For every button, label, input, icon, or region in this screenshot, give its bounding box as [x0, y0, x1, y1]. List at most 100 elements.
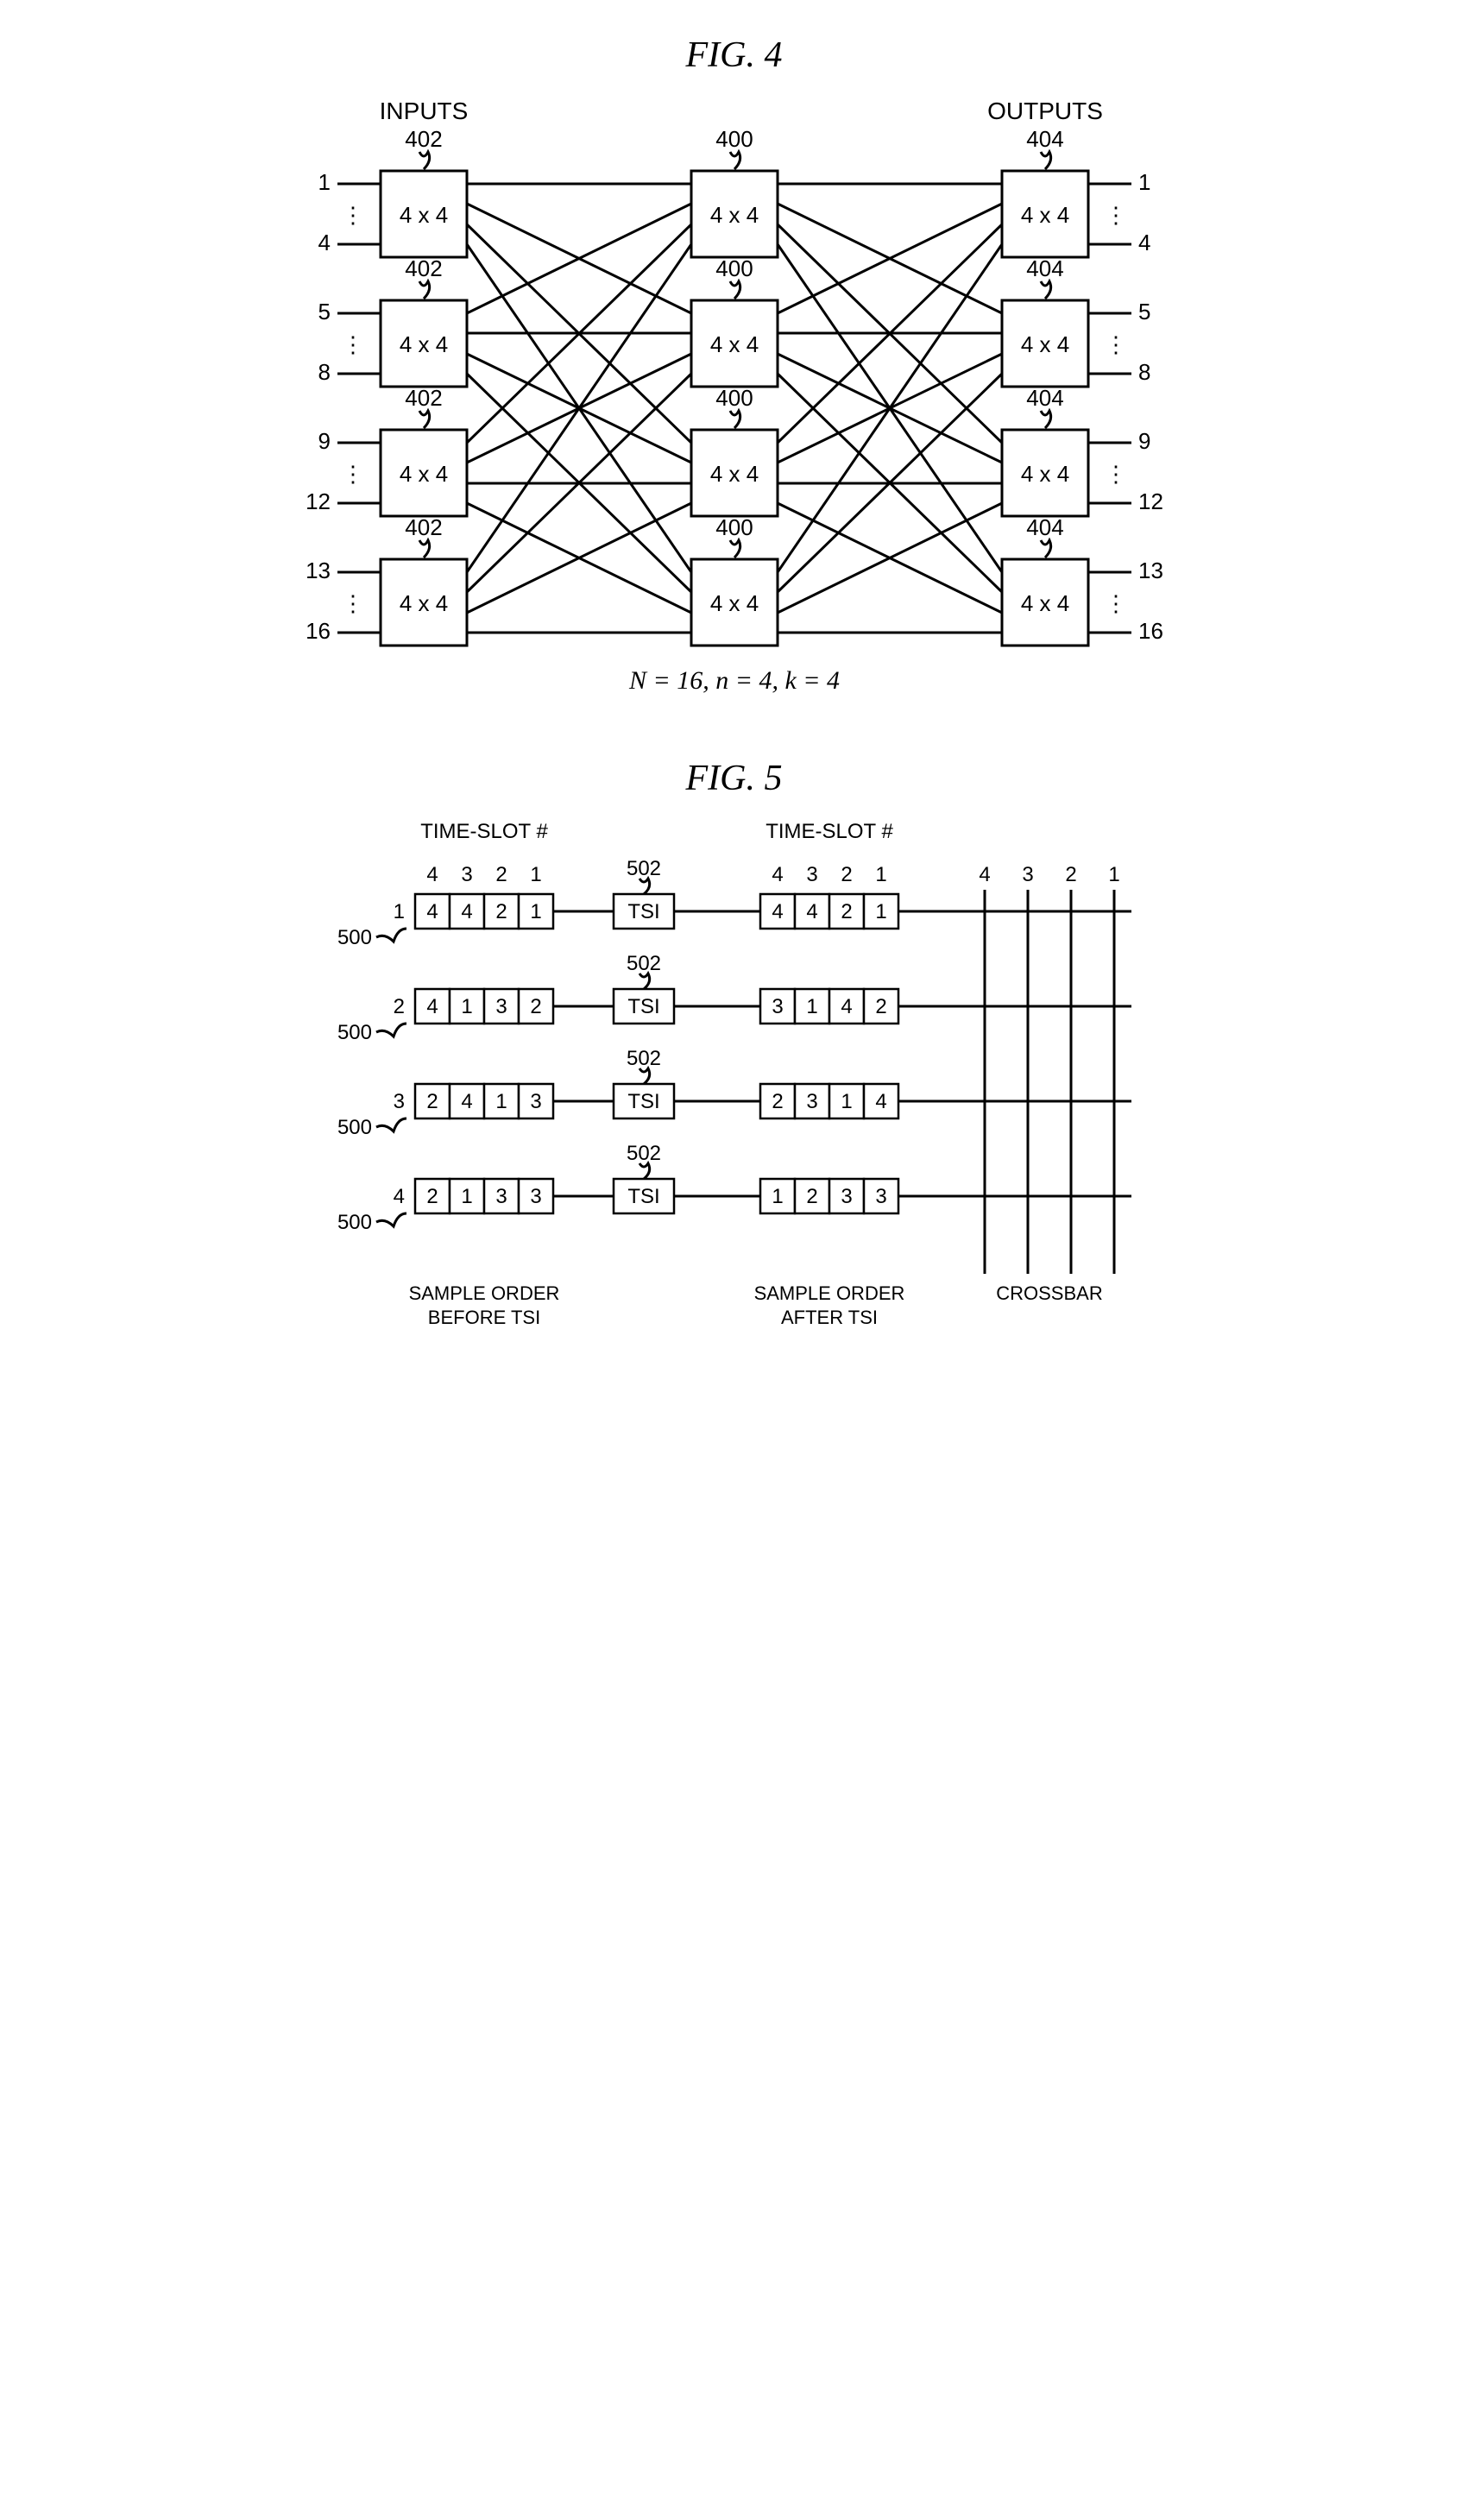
svg-text:3: 3 — [530, 1185, 541, 1208]
svg-text:1: 1 — [530, 900, 541, 923]
svg-text:TSI: TSI — [627, 1185, 659, 1208]
outputs-label: OUTPUTS — [987, 98, 1103, 124]
svg-text:4 x 4: 4 x 4 — [399, 590, 447, 616]
svg-text:4: 4 — [979, 863, 990, 886]
svg-text:1: 1 — [530, 863, 541, 886]
svg-text:4: 4 — [772, 863, 783, 886]
fig4-title: FIG. 4 — [35, 35, 1433, 76]
before-label-1: SAMPLE ORDER — [408, 1282, 559, 1304]
svg-text:1: 1 — [461, 1185, 472, 1208]
svg-text:4: 4 — [318, 230, 330, 255]
svg-text:4 x 4: 4 x 4 — [399, 461, 447, 487]
svg-text:2: 2 — [806, 1185, 817, 1208]
svg-text:502: 502 — [626, 857, 660, 880]
svg-text:2: 2 — [841, 900, 852, 923]
svg-text:9: 9 — [1138, 428, 1150, 454]
svg-text:1: 1 — [875, 863, 886, 886]
svg-text:1: 1 — [806, 995, 817, 1018]
fig5-svg: TIME-SLOT # TIME-SLOT # 4 3 2 1 4 3 2 1 … — [303, 808, 1166, 1360]
svg-text:500: 500 — [337, 1116, 371, 1139]
svg-text:2: 2 — [1065, 863, 1076, 886]
fig4-caption: N = 16, n = 4, k = 4 — [627, 666, 839, 695]
svg-text:400: 400 — [715, 385, 753, 411]
svg-text:4: 4 — [1138, 230, 1150, 255]
svg-text:4: 4 — [875, 1090, 886, 1113]
svg-text:TSI: TSI — [627, 995, 659, 1018]
svg-text:1: 1 — [772, 1185, 783, 1208]
svg-text:2: 2 — [875, 995, 886, 1018]
figure-5: FIG. 5 TIME-SLOT # TIME-SLOT # 4 3 2 1 4… — [35, 758, 1433, 1360]
svg-text:3: 3 — [875, 1185, 886, 1208]
svg-text:1: 1 — [318, 169, 330, 195]
svg-text:404: 404 — [1026, 385, 1063, 411]
svg-text:3: 3 — [772, 995, 783, 1018]
svg-text:1: 1 — [875, 900, 886, 923]
svg-text:4 x 4: 4 x 4 — [709, 202, 758, 228]
svg-text:⋮: ⋮ — [1105, 590, 1127, 616]
svg-text:4: 4 — [461, 900, 472, 923]
svg-text:4: 4 — [426, 900, 438, 923]
svg-text:⋮: ⋮ — [342, 461, 364, 487]
svg-text:5: 5 — [1138, 299, 1150, 324]
svg-text:4 x 4: 4 x 4 — [1020, 202, 1068, 228]
svg-text:2: 2 — [426, 1090, 438, 1113]
after-label-2: AFTER TSI — [780, 1307, 877, 1328]
svg-text:3: 3 — [1022, 863, 1033, 886]
after-label-1: SAMPLE ORDER — [753, 1282, 904, 1304]
svg-text:1: 1 — [1108, 863, 1119, 886]
svg-text:3: 3 — [806, 863, 817, 886]
fig5-rows: 15004421502TSI442125004132502TSI31423500… — [337, 857, 1131, 1234]
svg-text:8: 8 — [1138, 359, 1150, 385]
svg-text:9: 9 — [318, 428, 330, 454]
svg-text:1: 1 — [1138, 169, 1150, 195]
crossbar — [985, 890, 1114, 1274]
svg-text:500: 500 — [337, 926, 371, 949]
svg-text:⋮: ⋮ — [342, 331, 364, 357]
ts-label-left: TIME-SLOT # — [420, 820, 548, 843]
svg-text:13: 13 — [306, 558, 331, 583]
ts-label-right: TIME-SLOT # — [766, 820, 893, 843]
svg-text:400: 400 — [715, 514, 753, 540]
svg-text:400: 400 — [715, 126, 753, 152]
svg-text:404: 404 — [1026, 514, 1063, 540]
svg-text:502: 502 — [626, 1047, 660, 1070]
inputs-label: INPUTS — [379, 98, 468, 124]
svg-text:TSI: TSI — [627, 1090, 659, 1113]
svg-text:500: 500 — [337, 1211, 371, 1234]
svg-text:⋮: ⋮ — [1105, 202, 1127, 228]
svg-text:500: 500 — [337, 1021, 371, 1044]
svg-text:⋮: ⋮ — [342, 202, 364, 228]
svg-text:2: 2 — [495, 900, 507, 923]
crossbar-label: CROSSBAR — [996, 1282, 1102, 1304]
svg-text:3: 3 — [841, 1185, 852, 1208]
svg-text:5: 5 — [318, 299, 330, 324]
svg-text:4 x 4: 4 x 4 — [1020, 331, 1068, 357]
svg-text:4 x 4: 4 x 4 — [1020, 461, 1068, 487]
svg-text:4: 4 — [806, 900, 817, 923]
svg-text:3: 3 — [530, 1090, 541, 1113]
svg-text:4 x 4: 4 x 4 — [709, 590, 758, 616]
interconnects-stage2 — [778, 184, 1002, 633]
fig5-title: FIG. 5 — [35, 758, 1433, 799]
svg-text:4: 4 — [426, 863, 438, 886]
svg-text:2: 2 — [426, 1185, 438, 1208]
svg-text:13: 13 — [1138, 558, 1163, 583]
svg-text:502: 502 — [626, 1142, 660, 1165]
svg-text:12: 12 — [1138, 488, 1163, 514]
svg-text:1: 1 — [841, 1090, 852, 1113]
fig4-svg: INPUTS OUTPUTS — [303, 85, 1166, 706]
before-label-2: BEFORE TSI — [427, 1307, 539, 1328]
svg-text:16: 16 — [306, 618, 331, 644]
svg-text:4 x 4: 4 x 4 — [709, 331, 758, 357]
svg-text:1: 1 — [393, 900, 404, 923]
svg-text:1: 1 — [495, 1090, 507, 1113]
svg-text:4: 4 — [461, 1090, 472, 1113]
ts-header-left: 4 3 2 1 — [426, 863, 541, 886]
crossbar-header: 4 3 2 1 — [979, 863, 1119, 886]
svg-text:2: 2 — [772, 1090, 783, 1113]
svg-text:2: 2 — [393, 995, 404, 1018]
svg-text:2: 2 — [495, 863, 507, 886]
svg-text:3: 3 — [495, 1185, 507, 1208]
svg-text:1: 1 — [461, 995, 472, 1018]
svg-text:4 x 4: 4 x 4 — [399, 202, 447, 228]
